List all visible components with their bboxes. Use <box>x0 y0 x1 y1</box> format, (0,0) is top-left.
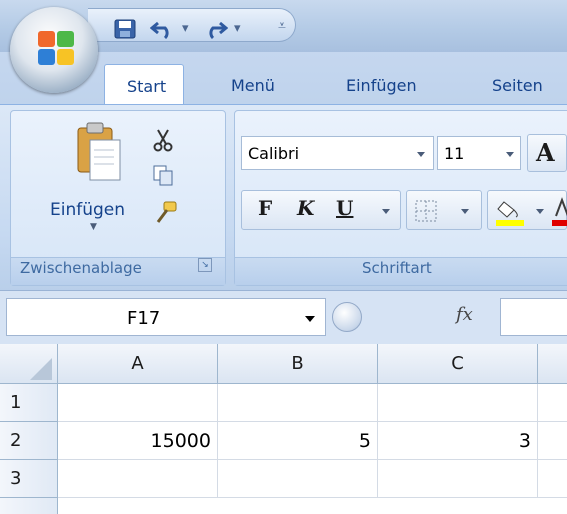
row-header-3[interactable]: 3 <box>0 460 58 498</box>
tab-start[interactable]: Start <box>104 64 184 104</box>
cell-c3[interactable] <box>378 460 538 498</box>
cut-icon[interactable] <box>152 128 174 152</box>
borders-icon <box>415 200 437 222</box>
select-all-icon <box>30 358 52 380</box>
fill-color-dropdown-icon <box>536 209 544 214</box>
formula-bar-controls: fx <box>330 298 500 336</box>
formula-bar-grip-icon[interactable] <box>332 302 362 332</box>
column-header-a[interactable]: A <box>58 344 218 384</box>
cell-b1[interactable] <box>218 384 378 422</box>
cell-b3[interactable] <box>218 460 378 498</box>
font-name-dropdown-icon <box>417 152 425 157</box>
font-size-dropdown-icon <box>506 152 514 157</box>
paste-icon <box>77 122 121 181</box>
row-header-2[interactable]: 2 <box>0 422 58 460</box>
cell-a2[interactable]: 15000 <box>58 422 218 460</box>
cell-d3[interactable] <box>538 460 567 498</box>
cell-a3[interactable] <box>58 460 218 498</box>
underline-dropdown-icon[interactable] <box>382 209 390 214</box>
column-header-d[interactable] <box>538 344 567 384</box>
format-painter-icon[interactable] <box>152 200 178 226</box>
font-size-select[interactable]: 11 <box>437 136 521 170</box>
font-color-icon[interactable] <box>552 196 567 226</box>
tab-seiten[interactable]: Seiten <box>492 76 543 95</box>
borders-dropdown-icon <box>461 209 469 214</box>
grow-font-button[interactable]: A <box>527 134 567 172</box>
cell-b2[interactable]: 5 <box>218 422 378 460</box>
underline-button[interactable]: U <box>336 196 353 220</box>
fill-color-button[interactable] <box>487 190 567 230</box>
row-header-4[interactable] <box>0 498 58 514</box>
group-clipboard-label: Zwischenablage <box>20 259 142 277</box>
name-box[interactable]: F17 <box>6 298 326 336</box>
name-box-dropdown-icon[interactable] <box>305 316 315 322</box>
column-header-c[interactable]: C <box>378 344 538 384</box>
cell-d2[interactable] <box>538 422 567 460</box>
select-all-corner[interactable] <box>0 344 58 384</box>
fill-color-icon <box>496 201 524 226</box>
cell-c2[interactable]: 3 <box>378 422 538 460</box>
formula-input[interactable] <box>500 298 567 336</box>
paste-button[interactable]: Einfügen ▼ <box>38 118 138 238</box>
save-icon[interactable] <box>114 19 136 39</box>
office-logo-icon <box>38 31 74 65</box>
customize-qat-icon[interactable]: ⩡ <box>278 18 286 34</box>
clipboard-launcher-icon[interactable]: ↘ <box>198 258 212 272</box>
cell-c1[interactable] <box>378 384 538 422</box>
row-header-1[interactable]: 1 <box>0 384 58 422</box>
cell-d1[interactable] <box>538 384 567 422</box>
borders-button[interactable] <box>406 190 482 230</box>
tab-einfuegen[interactable]: Einfügen <box>346 76 417 95</box>
font-name-value: Calibri <box>248 144 300 163</box>
quick-access-toolbar: ▾ ▾ ⩡ <box>88 8 296 42</box>
insert-function-icon[interactable]: fx <box>456 304 473 325</box>
font-size-value: 11 <box>444 144 465 163</box>
copy-icon[interactable] <box>152 164 174 186</box>
paste-label: Einfügen <box>50 200 126 220</box>
bold-button[interactable]: F <box>258 196 272 220</box>
name-box-value: F17 <box>127 308 161 329</box>
font-name-select[interactable]: Calibri <box>241 136 434 170</box>
tab-start-label: Start <box>127 77 167 96</box>
undo-icon[interactable] <box>150 19 176 39</box>
cell-a1[interactable] <box>58 384 218 422</box>
paste-dropdown-icon[interactable]: ▼ <box>90 222 97 232</box>
redo-icon[interactable] <box>202 19 228 39</box>
group-font-label: Schriftart <box>362 259 432 277</box>
grow-font-icon: A <box>536 138 555 167</box>
tab-menu[interactable]: Menü <box>231 76 275 95</box>
undo-dropdown-icon[interactable]: ▾ <box>182 21 189 36</box>
office-button[interactable] <box>10 7 98 93</box>
italic-button[interactable]: K <box>297 196 314 220</box>
column-header-b[interactable]: B <box>218 344 378 384</box>
redo-dropdown-icon[interactable]: ▾ <box>234 21 241 36</box>
